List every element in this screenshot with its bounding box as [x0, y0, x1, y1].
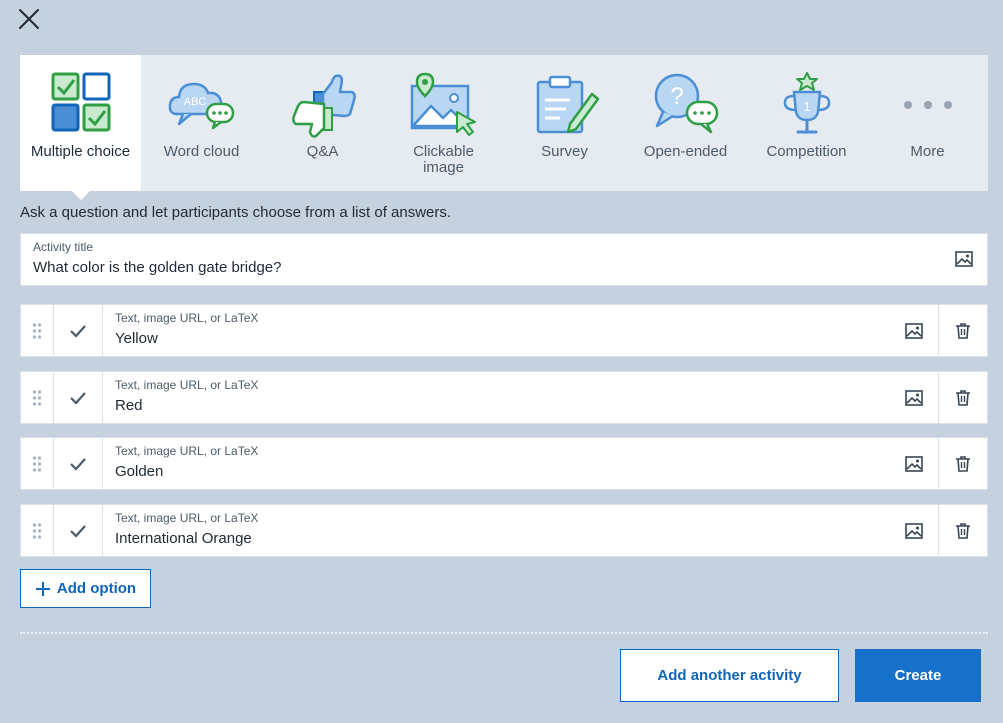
drag-handle-icon — [32, 522, 42, 539]
activity-title-field: Activity title — [20, 233, 988, 286]
type-label: Q&A — [306, 143, 339, 160]
create-button[interactable]: Create — [855, 649, 981, 702]
correct-answer-toggle[interactable] — [54, 505, 103, 556]
activity-description: Ask a question and let participants choo… — [20, 204, 452, 221]
add-option-button[interactable]: Add option — [20, 569, 151, 608]
option-hint: Text, image URL, or LaTeX — [115, 311, 259, 325]
option-add-image-button[interactable] — [889, 372, 938, 423]
correct-answer-toggle[interactable] — [54, 438, 103, 489]
option-input[interactable] — [115, 397, 855, 414]
image-icon — [955, 251, 973, 267]
drag-handle[interactable] — [21, 438, 54, 489]
option-row: Text, image URL, or LaTeX — [20, 504, 988, 557]
close-icon — [19, 9, 39, 29]
type-label: Competition — [766, 143, 847, 160]
option-delete-button[interactable] — [938, 438, 987, 489]
option-body: Text, image URL, or LaTeX — [103, 305, 889, 356]
option-row: Text, image URL, or LaTeX — [20, 304, 988, 357]
option-add-image-button[interactable] — [889, 505, 938, 556]
option-delete-button[interactable] — [938, 305, 987, 356]
option-row: Text, image URL, or LaTeX — [20, 437, 988, 490]
option-input[interactable] — [115, 463, 855, 480]
clickable-image-icon — [410, 72, 476, 136]
option-hint: Text, image URL, or LaTeX — [115, 444, 259, 458]
checkmark-icon — [70, 391, 86, 405]
drag-handle-icon — [32, 455, 42, 472]
drag-handle[interactable] — [21, 305, 54, 356]
competition-badge: 1 — [803, 99, 810, 114]
title-add-image-button[interactable] — [955, 251, 973, 267]
checkmark-icon — [70, 524, 86, 538]
add-option-label: Add option — [56, 580, 137, 597]
more-icon — [903, 101, 952, 109]
trash-icon — [956, 455, 970, 472]
option-body: Text, image URL, or LaTeX — [103, 372, 889, 423]
image-icon — [904, 455, 923, 472]
option-body: Text, image URL, or LaTeX — [103, 438, 889, 489]
type-competition[interactable]: 1 Competition — [746, 55, 867, 191]
type-clickable-image[interactable]: Clickable image — [383, 55, 504, 191]
svg-text:?: ? — [670, 83, 683, 110]
correct-answer-toggle[interactable] — [54, 372, 103, 423]
type-multiple-choice[interactable]: Multiple choice — [20, 55, 141, 200]
plus-icon — [35, 581, 50, 596]
close-button[interactable] — [17, 7, 41, 31]
trash-icon — [956, 389, 970, 406]
drag-handle[interactable] — [21, 505, 54, 556]
word-cloud-badge: ABC — [183, 96, 206, 108]
type-more[interactable]: More — [867, 55, 988, 191]
activity-title-input[interactable] — [33, 259, 913, 276]
option-input[interactable] — [115, 530, 855, 547]
multiple-choice-icon — [51, 72, 110, 132]
thumbs-icon — [291, 74, 356, 138]
option-input[interactable] — [115, 330, 855, 347]
footer-divider — [20, 632, 988, 634]
checkmark-icon — [70, 324, 86, 338]
open-ended-icon: ? — [654, 73, 718, 134]
option-add-image-button[interactable] — [889, 305, 938, 356]
option-delete-button[interactable] — [938, 372, 987, 423]
survey-icon — [536, 75, 599, 134]
trophy-icon: 1 — [783, 72, 830, 134]
type-open-ended[interactable]: ? Open-ended — [625, 55, 746, 191]
add-another-activity-button[interactable]: Add another activity — [620, 649, 839, 702]
word-cloud-icon: ABC — [168, 82, 234, 130]
image-icon — [904, 522, 923, 539]
type-label: Open-ended — [643, 143, 728, 160]
activity-title-label: Activity title — [33, 240, 94, 254]
type-label: Survey — [541, 143, 588, 160]
image-icon — [904, 322, 923, 339]
drag-handle-icon — [32, 322, 42, 339]
trash-icon — [956, 322, 970, 339]
activity-type-bar: Multiple choice ABC Word cloud Q&A Click… — [20, 55, 988, 200]
drag-handle[interactable] — [21, 372, 54, 423]
option-row: Text, image URL, or LaTeX — [20, 371, 988, 424]
correct-answer-toggle[interactable] — [54, 305, 103, 356]
option-body: Text, image URL, or LaTeX — [103, 505, 889, 556]
option-add-image-button[interactable] — [889, 438, 938, 489]
type-word-cloud[interactable]: ABC Word cloud — [141, 55, 262, 191]
type-label: Word cloud — [163, 143, 240, 160]
type-label: Multiple choice — [30, 143, 131, 160]
image-icon — [904, 389, 923, 406]
option-hint: Text, image URL, or LaTeX — [115, 511, 259, 525]
type-label: Clickable image — [413, 143, 474, 176]
drag-handle-icon — [32, 389, 42, 406]
type-qa[interactable]: Q&A — [262, 55, 383, 191]
checkmark-icon — [70, 457, 86, 471]
option-delete-button[interactable] — [938, 505, 987, 556]
type-label: More — [910, 143, 945, 160]
option-hint: Text, image URL, or LaTeX — [115, 378, 259, 392]
type-survey[interactable]: Survey — [504, 55, 625, 191]
trash-icon — [956, 522, 970, 539]
